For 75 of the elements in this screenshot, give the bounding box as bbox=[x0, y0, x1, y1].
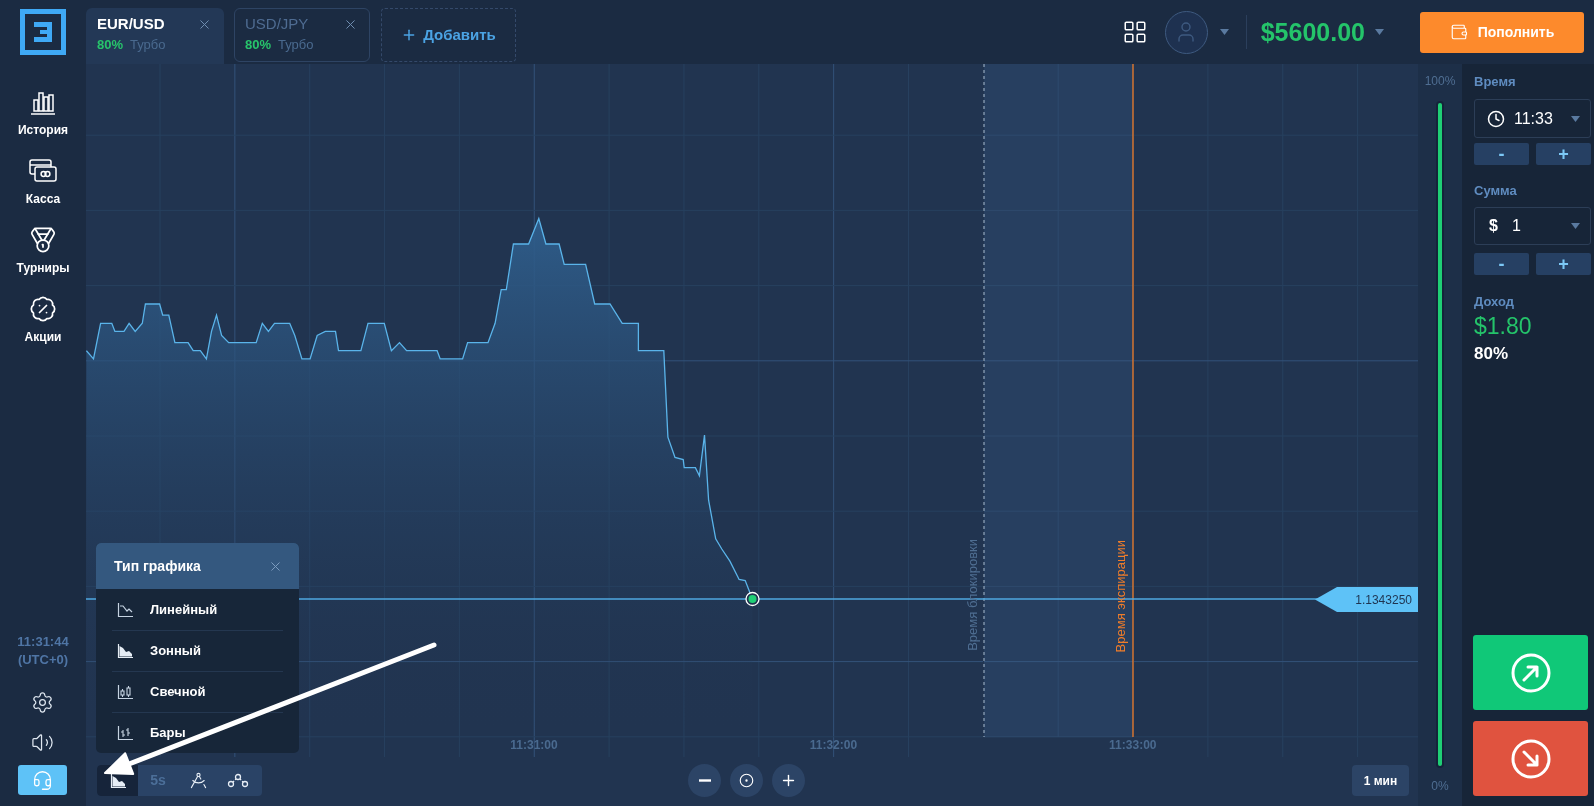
currency-sign: $ bbox=[1489, 216, 1498, 236]
minus-icon bbox=[698, 779, 711, 782]
grid-icon[interactable] bbox=[1121, 19, 1148, 45]
cards-icon[interactable] bbox=[28, 158, 58, 184]
amount-label: Сумма bbox=[1474, 183, 1518, 198]
step-button[interactable]: + bbox=[1536, 253, 1591, 275]
circle-dot-icon bbox=[739, 773, 754, 788]
lock-time-label: Время блокировки bbox=[965, 539, 981, 651]
wallet-icon bbox=[1449, 23, 1468, 41]
amount-value: 1 bbox=[1511, 216, 1522, 236]
clock-time: 11:31:44 bbox=[17, 633, 69, 651]
clock-zone: (UTC+0) bbox=[17, 651, 69, 669]
menu-item[interactable]: Свечной bbox=[112, 671, 283, 712]
asset-tab[interactable]: USD/JPY 80% Турбо bbox=[234, 8, 370, 62]
time-label: Время bbox=[1474, 74, 1517, 89]
line-chart-icon[interactable] bbox=[116, 601, 134, 618]
menu-title: Тип графика bbox=[114, 556, 201, 576]
ohlc-bars-icon[interactable] bbox=[116, 725, 134, 741]
headset-icon bbox=[32, 769, 54, 791]
sentiment-bottom-label: 0% bbox=[1431, 779, 1449, 793]
sentiment-top-label: 100% bbox=[1424, 74, 1456, 88]
candlestick-icon[interactable] bbox=[116, 684, 134, 700]
current-price-marker-icon bbox=[745, 591, 760, 607]
menu-item[interactable]: Бары bbox=[112, 712, 283, 753]
pair-name: USD/JPY bbox=[245, 14, 309, 34]
mode-label: Турбо bbox=[278, 37, 314, 53]
plus-icon bbox=[780, 772, 797, 789]
settings-icon[interactable] bbox=[31, 691, 55, 714]
area-chart-icon[interactable] bbox=[108, 772, 127, 789]
compass-icon bbox=[188, 771, 208, 790]
payout-percent: 80% bbox=[245, 37, 272, 53]
payout-percent: 80% bbox=[97, 37, 124, 53]
sidebar-item[interactable]: Турниры bbox=[16, 226, 70, 276]
income-percent: 80% bbox=[1474, 344, 1510, 364]
income-amount: $1.80 bbox=[1474, 313, 1533, 340]
logo-icon[interactable] bbox=[20, 9, 66, 55]
area-chart-icon[interactable] bbox=[116, 643, 134, 659]
step-button[interactable]: + bbox=[1536, 143, 1591, 165]
bar-chart-icon[interactable] bbox=[29, 89, 57, 115]
medal-icon[interactable] bbox=[29, 226, 57, 254]
pair-name: EUR/USD bbox=[97, 14, 165, 34]
down-button[interactable] bbox=[1473, 721, 1588, 796]
caret-icon[interactable] bbox=[1571, 223, 1580, 229]
sidebar-item[interactable]: История bbox=[17, 88, 68, 138]
step-button[interactable]: - bbox=[1474, 253, 1529, 275]
amount-field[interactable]: $ 1 bbox=[1474, 207, 1591, 245]
zoom-in-button[interactable] bbox=[772, 764, 805, 797]
zoom-out-button[interactable] bbox=[688, 764, 721, 797]
menu-item[interactable]: Линейный bbox=[112, 589, 283, 630]
clock-icon bbox=[1487, 109, 1505, 128]
menu-item[interactable]: Зонный bbox=[112, 630, 283, 671]
support-button[interactable] bbox=[18, 765, 68, 795]
income-label: Доход bbox=[1474, 294, 1515, 309]
center-button[interactable] bbox=[730, 764, 763, 797]
asset-tab[interactable]: EUR/USD 80% Турбо bbox=[86, 8, 224, 64]
percent-badge-icon[interactable] bbox=[29, 295, 57, 323]
sidebar-item[interactable]: Акции bbox=[24, 295, 62, 345]
time-select[interactable]: 11:33 bbox=[1474, 99, 1591, 138]
caret-icon[interactable] bbox=[1219, 29, 1229, 35]
time-axis-label: 11:31:00 bbox=[510, 738, 558, 752]
time-axis-label: 11:33:00 bbox=[1109, 738, 1157, 752]
time-axis-label: 11:32:00 bbox=[809, 738, 858, 752]
caret-icon[interactable] bbox=[1375, 29, 1384, 35]
add-asset-button[interactable]: Добавить bbox=[381, 8, 516, 62]
mode-label: Турбо bbox=[130, 37, 166, 53]
expiry-time-label: Время экспирации bbox=[1113, 539, 1129, 652]
arrow-down-right-icon[interactable] bbox=[1510, 738, 1551, 779]
caret-icon[interactable] bbox=[1571, 115, 1580, 122]
speaker-icon[interactable] bbox=[31, 731, 55, 754]
current-price-tag: 1.1343250 bbox=[1315, 587, 1418, 612]
step-button[interactable]: - bbox=[1474, 143, 1529, 165]
sidebar-item[interactable]: Касса bbox=[25, 157, 61, 207]
timeframe-button[interactable]: 1 мин bbox=[1352, 765, 1409, 796]
balance-button[interactable]: $5600.00 bbox=[1260, 17, 1384, 47]
nodes-icon[interactable] bbox=[227, 772, 249, 789]
